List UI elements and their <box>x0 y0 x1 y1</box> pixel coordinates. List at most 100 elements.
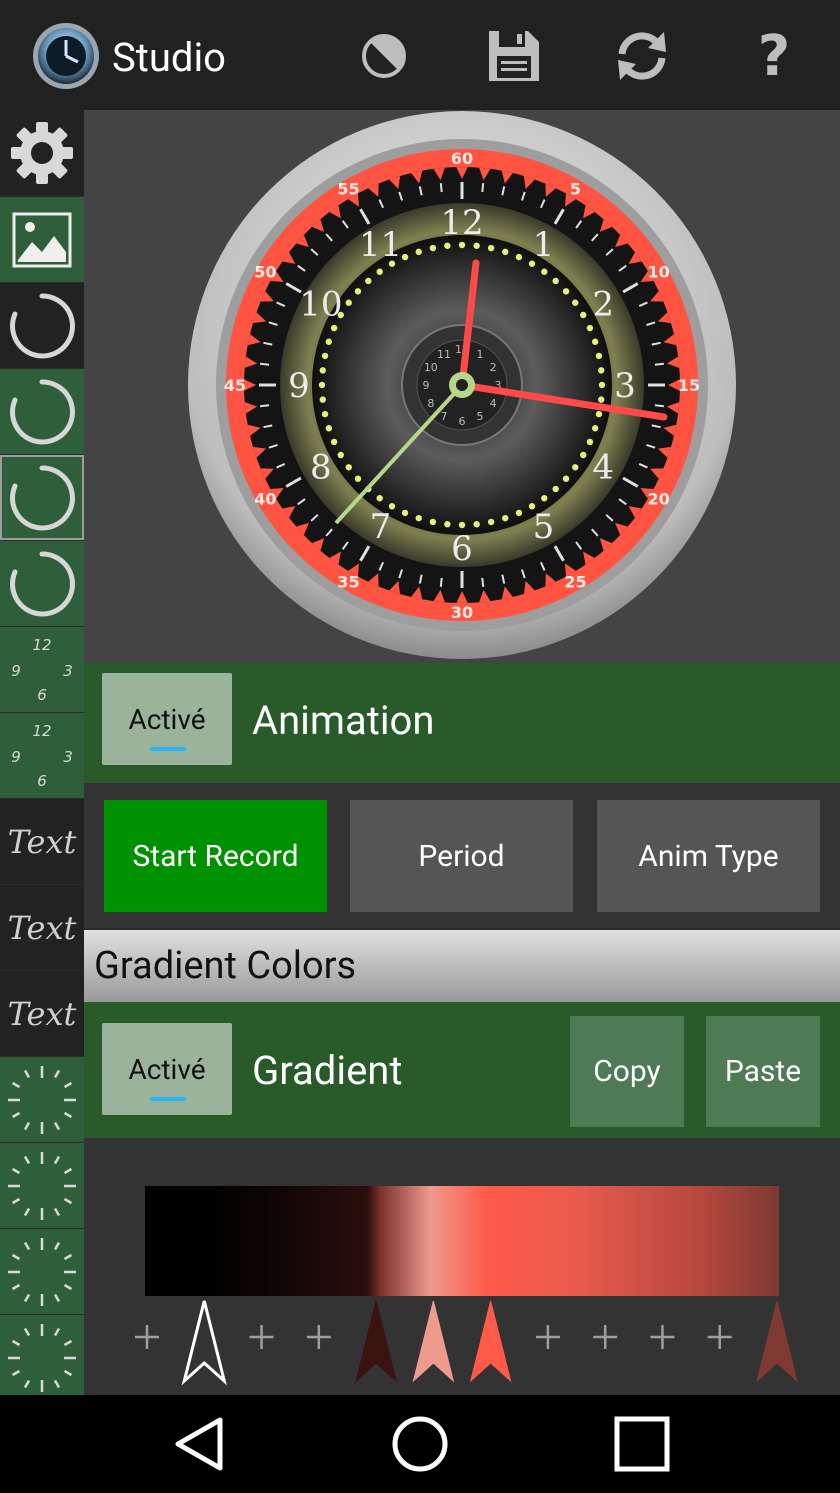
yellow-marker <box>473 242 480 249</box>
refresh-icon <box>618 32 666 80</box>
subdial-numeral: 6 <box>459 415 466 428</box>
yellow-marker <box>598 367 605 374</box>
refresh-button[interactable] <box>612 26 672 86</box>
yellow-marker <box>487 244 495 252</box>
sidebar-item-ring-2[interactable] <box>0 369 84 454</box>
animation-controls: Start Record Period Anim Type <box>84 783 840 928</box>
tick-mark <box>63 1253 73 1260</box>
hour-numeral: 12 <box>440 203 483 243</box>
tick-mark <box>53 1207 61 1216</box>
tick-mark <box>53 1241 61 1250</box>
system-nav-bar <box>0 1395 840 1493</box>
ring-icon <box>10 378 75 444</box>
tick-mark <box>53 1293 61 1302</box>
yellow-marker <box>401 253 409 261</box>
sidebar-item-text-1[interactable]: Text <box>0 799 84 884</box>
yellow-marker <box>330 324 338 332</box>
period-button[interactable]: Period <box>350 800 573 912</box>
recents-icon[interactable] <box>612 1414 672 1474</box>
animation-label: Animation <box>252 697 435 744</box>
anim-type-button[interactable]: Anim Type <box>597 800 820 912</box>
save-button[interactable] <box>484 26 544 86</box>
tick-mark <box>53 1379 61 1388</box>
sidebar-item-text-3[interactable]: Text <box>0 971 84 1056</box>
sidebar-item-numbers-1[interactable]: 12 9 3 6 <box>0 627 84 712</box>
hour-numeral: 1 <box>533 225 555 265</box>
numeral-9: 9 <box>11 748 21 766</box>
minute-numeral: 45 <box>224 376 246 395</box>
yellow-marker <box>354 288 362 295</box>
sidebar-item-ring-1[interactable] <box>0 283 84 368</box>
yellow-marker <box>325 338 333 345</box>
yellow-marker <box>586 438 594 446</box>
toggle-indicator <box>150 747 186 751</box>
minute-numeral: 25 <box>564 573 586 592</box>
watch-face: 60510152025303540455055 121234567891011 … <box>188 111 736 659</box>
yellow-marker <box>345 464 352 471</box>
sidebar-item-ring-3[interactable] <box>0 455 84 540</box>
sidebar-item-ticks-3[interactable] <box>0 1229 84 1314</box>
minute-numeral: 60 <box>451 149 473 168</box>
yellow-marker <box>541 268 548 275</box>
back-icon[interactable] <box>170 1414 230 1474</box>
hour-numeral: 6 <box>451 529 473 569</box>
yellow-marker <box>515 253 523 261</box>
sidebar-item-background[interactable] <box>0 197 84 282</box>
tick-mark <box>23 1327 31 1336</box>
hour-numeral: 10 <box>299 285 342 325</box>
yellow-marker <box>541 495 548 502</box>
yellow-marker <box>473 521 480 528</box>
home-icon[interactable] <box>390 1414 450 1474</box>
subdial-numeral: 5 <box>477 410 484 423</box>
yellow-marker <box>318 381 326 389</box>
yellow-marker <box>552 485 559 493</box>
tick-mark <box>11 1339 21 1346</box>
help-button[interactable]: ? <box>744 24 804 89</box>
yellow-marker <box>321 352 329 360</box>
contrast-button[interactable] <box>354 26 414 86</box>
start-record-button[interactable]: Start Record <box>104 800 327 912</box>
sidebar-item-ticks-4[interactable] <box>0 1315 84 1400</box>
gradient-stop-handle <box>756 1300 798 1383</box>
yellow-marker <box>401 509 409 517</box>
ring-icon <box>10 550 75 616</box>
minute-numeral: 30 <box>451 603 473 622</box>
section-title: Gradient Colors <box>94 944 357 988</box>
tick-mark <box>11 1253 21 1260</box>
minute-numeral: 15 <box>678 376 700 395</box>
yellow-marker <box>572 464 579 471</box>
animation-active-toggle[interactable]: Activé <box>102 673 232 765</box>
hour-numeral: 2 <box>592 285 614 325</box>
sidebar-item-ticks-2[interactable] <box>0 1143 84 1228</box>
sidebar-item-ticks-1[interactable] <box>0 1057 84 1142</box>
yellow-marker <box>580 451 587 459</box>
minute-numeral: 50 <box>254 263 276 282</box>
tick-mark <box>63 1197 73 1204</box>
yellow-marker <box>319 396 326 403</box>
tick-mark <box>11 1167 21 1174</box>
numeral-9: 9 <box>11 662 21 680</box>
sidebar-item-ring-4[interactable] <box>0 541 84 626</box>
yellow-marker <box>562 475 570 482</box>
sidebar-item-text-2[interactable]: Text <box>0 885 84 970</box>
gradient-active-toggle[interactable]: Activé <box>102 1023 232 1115</box>
copy-button[interactable]: Copy <box>570 1016 684 1127</box>
numbers-icon: 12 9 3 6 <box>11 722 73 790</box>
gradient-stops <box>135 1300 798 1386</box>
paste-button[interactable]: Paste <box>706 1016 820 1127</box>
tick-mark <box>23 1155 31 1164</box>
yellow-marker <box>487 518 495 526</box>
sidebar-item-numbers-2[interactable]: 12 9 3 6 <box>0 713 84 798</box>
sidebar-item-settings[interactable] <box>0 110 84 195</box>
minute-numeral: 10 <box>647 263 669 282</box>
text-layer-label: Text <box>7 822 77 861</box>
yellow-marker <box>376 495 383 502</box>
image-icon <box>12 212 72 267</box>
yellow-marker <box>429 518 437 526</box>
gear-icon <box>11 121 73 184</box>
gradient-preview-bar[interactable] <box>145 1186 779 1296</box>
layer-sidebar: 12 9 3 6 12 9 3 6 Text Text Text <box>0 110 84 1400</box>
yellow-marker <box>321 410 329 418</box>
yellow-marker <box>337 451 344 459</box>
yellow-marker <box>325 425 333 432</box>
